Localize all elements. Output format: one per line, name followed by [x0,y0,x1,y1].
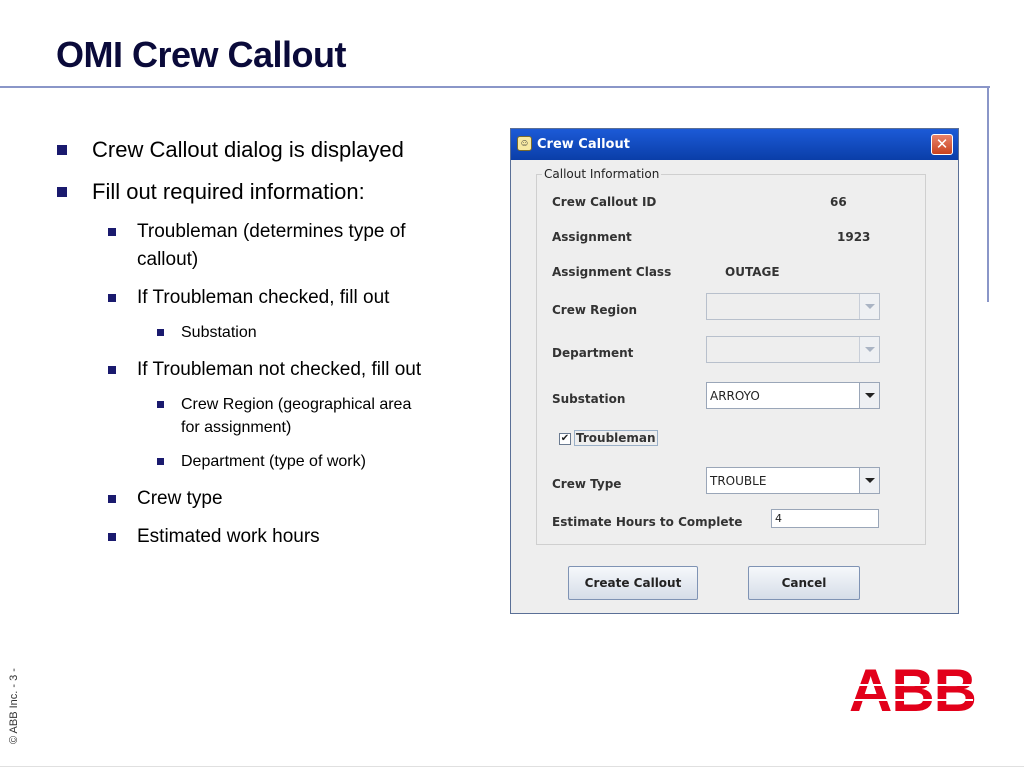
crew-type-value: TROUBLE [710,474,767,488]
dialog-titlebar[interactable]: ☺ Crew Callout ✕ [511,129,958,160]
chevron-down-icon [865,393,875,398]
abb-logo-text: ABB [849,666,976,718]
assignment-label: Assignment [552,230,632,244]
bullet-marker [157,329,164,336]
bullet-item: Crew type [137,488,223,509]
dialog-body: Callout Information Crew Callout ID 66 A… [514,160,955,610]
bottom-divider [0,766,1024,767]
copyright-footer: © ABB Inc. - 3 - [8,668,20,744]
bullet-marker [108,366,116,374]
checkmark-icon: ✔ [560,433,570,444]
crew-callout-id-label: Crew Callout ID [552,195,657,209]
bullet-item: Substation [181,324,257,341]
bullet-marker [157,401,164,408]
close-icon: ✕ [935,135,949,153]
bullet-item: If Troubleman not checked, fill out [137,359,422,380]
department-dropdown-button[interactable] [859,337,879,362]
assignment-value: 1923 [837,230,871,244]
logo-stripe [849,699,973,701]
estimate-hours-input[interactable]: 4 [771,509,879,528]
bullet-marker [108,495,116,503]
bullet-marker [108,533,116,541]
troubleman-checkbox[interactable]: ✔ [559,433,571,445]
chevron-down-icon [865,304,875,309]
group-title: Callout Information [542,167,662,181]
crew-region-label: Crew Region [552,303,637,317]
abb-logo: ABB [849,666,976,718]
department-dropdown[interactable] [706,336,880,363]
java-app-icon: ☺ [517,136,532,151]
chevron-down-icon [865,478,875,483]
bullet-item: Fill out required information: [92,179,365,204]
substation-value: ARROYO [710,389,760,403]
substation-label: Substation [552,392,626,406]
bullet-item: If Troubleman checked, fill out [137,287,390,308]
slide-title: OMI Crew Callout [56,34,347,75]
bullet-item: Estimated work hours [137,526,320,547]
crew-type-label: Crew Type [552,477,622,491]
close-button[interactable]: ✕ [931,134,953,155]
cancel-button[interactable]: Cancel [748,566,860,600]
dialog-title: Crew Callout [537,137,630,152]
department-label: Department [552,346,634,360]
chevron-down-icon [865,347,875,352]
bullet-item-continued: callout) [137,249,199,270]
create-callout-button[interactable]: Create Callout [568,566,698,600]
right-divider [987,86,989,302]
substation-dropdown[interactable]: ARROYO [706,382,880,409]
bullet-marker [157,458,164,465]
troubleman-label[interactable]: Troubleman [574,430,658,446]
logo-stripe [849,684,973,686]
crew-type-dropdown[interactable]: TROUBLE [706,467,880,494]
assignment-class-label: Assignment Class [552,265,672,279]
bullet-item: Crew Callout dialog is displayed [92,137,404,162]
crew-type-dropdown-button[interactable] [859,468,879,493]
bullet-marker [57,187,67,197]
crew-region-dropdown[interactable] [706,293,880,320]
estimate-hours-label: Estimate Hours to Complete [552,515,743,529]
bullet-item: Department (type of work) [181,453,366,470]
bullet-item: Troubleman (determines type of [137,221,406,242]
crew-callout-dialog: ☺ Crew Callout ✕ Callout Information Cre… [510,128,959,614]
bullet-marker [108,228,116,236]
crew-region-dropdown-button[interactable] [859,294,879,319]
title-divider [0,86,990,88]
crew-callout-id-value: 66 [830,195,847,209]
bullet-item-continued: for assignment) [181,419,292,436]
assignment-class-value: OUTAGE [725,265,780,279]
bullet-marker [57,145,67,155]
bullet-item: Crew Region (geographical area [181,396,412,413]
substation-dropdown-button[interactable] [859,383,879,408]
bullet-marker [108,294,116,302]
